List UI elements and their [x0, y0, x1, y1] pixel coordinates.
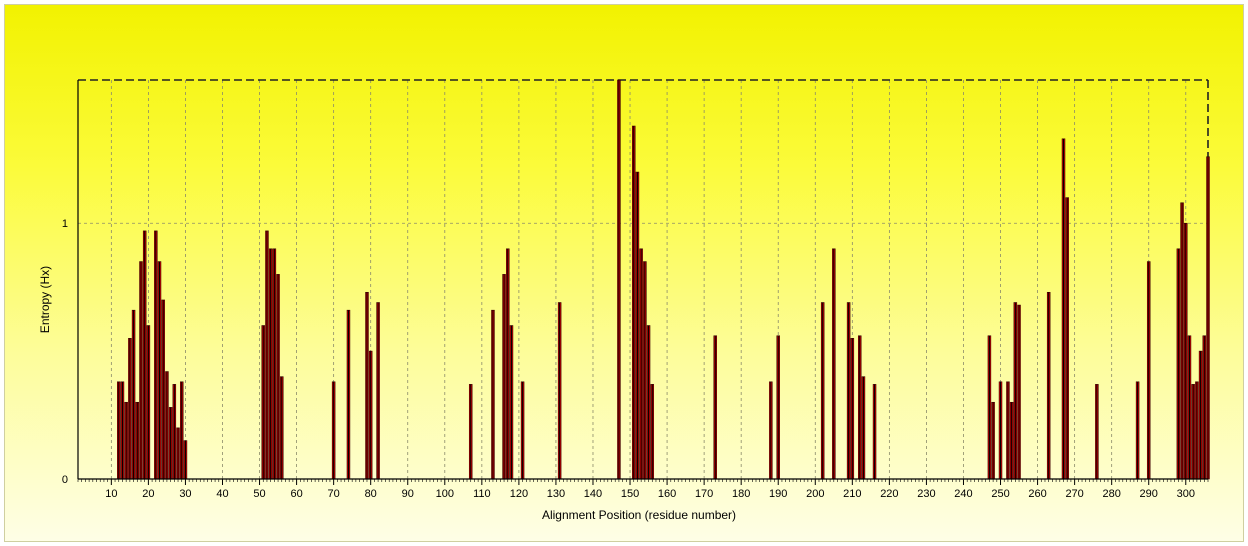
x-tick-label: 210 — [843, 488, 861, 500]
x-tick-label: 240 — [954, 488, 972, 500]
x-tick-label: 90 — [402, 488, 414, 500]
x-tick-label: 170 — [695, 488, 713, 500]
y-tick-label: 1 — [62, 218, 68, 230]
x-tick-label: 130 — [547, 488, 565, 500]
y-tick-label: 0 — [62, 474, 68, 486]
x-tick-label: 200 — [806, 488, 824, 500]
chart-panel: 10 20 30 40 50 60 70 80 90 100 110 120 130 140 150 160 1… — [4, 4, 1244, 542]
x-tick-label: 270 — [1065, 488, 1083, 500]
x-tick-label: 70 — [328, 488, 340, 500]
x-tick-label: 120 — [510, 488, 528, 500]
x-tick-label: 140 — [584, 488, 602, 500]
x-axis-title: Alignment Position (residue number) — [542, 508, 736, 522]
x-tick-label: 30 — [179, 488, 191, 500]
tick-labels: 10 20 30 40 50 60 70 80 90 100 110 120 130 140 150 160 1… — [62, 218, 1195, 500]
axes — [77, 80, 1209, 485]
bar-series — [117, 79, 1210, 480]
x-tick-label: 220 — [880, 488, 898, 500]
x-tick-label: 260 — [1028, 488, 1046, 500]
x-tick-label: 50 — [253, 488, 265, 500]
x-tick-label: 280 — [1102, 488, 1120, 500]
x-tick-label: 20 — [142, 488, 154, 500]
x-tick-label: 60 — [290, 488, 302, 500]
x-tick-label: 190 — [769, 488, 787, 500]
grid — [78, 79, 1209, 479]
x-tick-label: 230 — [917, 488, 935, 500]
x-tick-label: 250 — [991, 488, 1009, 500]
x-tick-label: 180 — [732, 488, 750, 500]
entropy-chart: 10 20 30 40 50 60 70 80 90 100 110 120 130 140 150 160 1… — [38, 79, 1210, 522]
x-tick-label: 290 — [1140, 488, 1158, 500]
x-tick-label: 100 — [436, 488, 454, 500]
x-tick-label: 80 — [365, 488, 377, 500]
x-tick-label: 300 — [1177, 488, 1195, 500]
y-axis-title: Entropy (Hx) — [38, 266, 52, 333]
x-tick-label: 110 — [473, 488, 491, 500]
x-tick-label: 10 — [105, 488, 117, 500]
x-tick-label: 150 — [621, 488, 639, 500]
x-tick-label: 40 — [216, 488, 228, 500]
x-tick-label: 160 — [658, 488, 676, 500]
